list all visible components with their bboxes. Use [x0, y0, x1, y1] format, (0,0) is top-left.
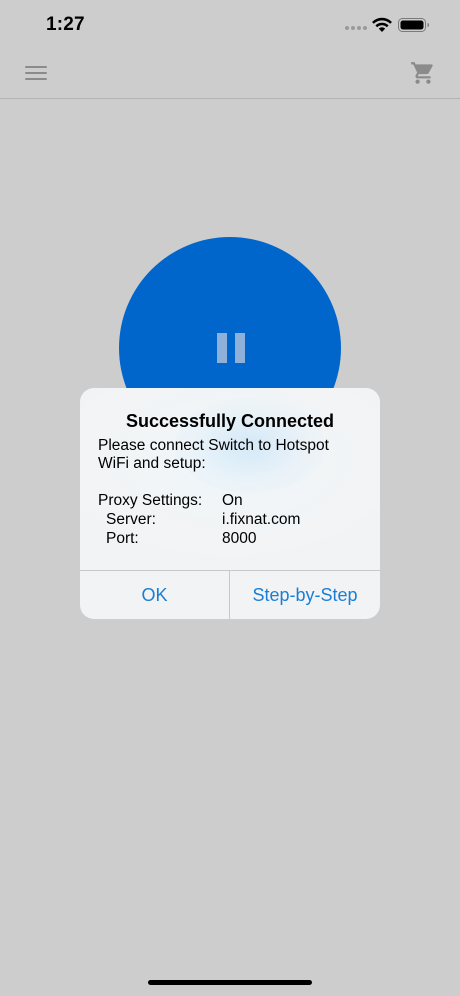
port-label: Port: [106, 530, 139, 547]
hamburger-menu-icon[interactable] [25, 64, 47, 82]
server-label: Server: [106, 511, 156, 528]
status-icons [344, 16, 434, 34]
nav-bar [0, 50, 460, 99]
status-time: 1:27 [46, 14, 85, 35]
success-alert-dialog: Successfully Connected Please connect Sw… [80, 388, 380, 619]
home-indicator[interactable] [148, 980, 312, 985]
wifi-icon [372, 17, 392, 32]
alert-title: Successfully Connected [125, 411, 335, 431]
ok-button[interactable]: OK [80, 571, 229, 619]
alert-button-row: OK Step-by-Step [80, 570, 380, 619]
step-by-step-button[interactable]: Step-by-Step [230, 571, 380, 619]
battery-icon [398, 18, 429, 32]
status-indicators [345, 17, 429, 32]
port-value: 8000 [222, 530, 257, 547]
proxy-settings-label: Proxy Settings: [98, 492, 203, 509]
alert-message: Please connect Switch to Hotspot WiFi an… [98, 437, 329, 472]
pause-icon [217, 333, 245, 363]
server-value: i.fixnat.com [222, 511, 301, 528]
shopping-cart-icon[interactable] [410, 60, 436, 86]
status-bar: 1:27 [0, 0, 460, 50]
signal-icon [345, 26, 367, 30]
proxy-settings-value: On [222, 492, 243, 509]
